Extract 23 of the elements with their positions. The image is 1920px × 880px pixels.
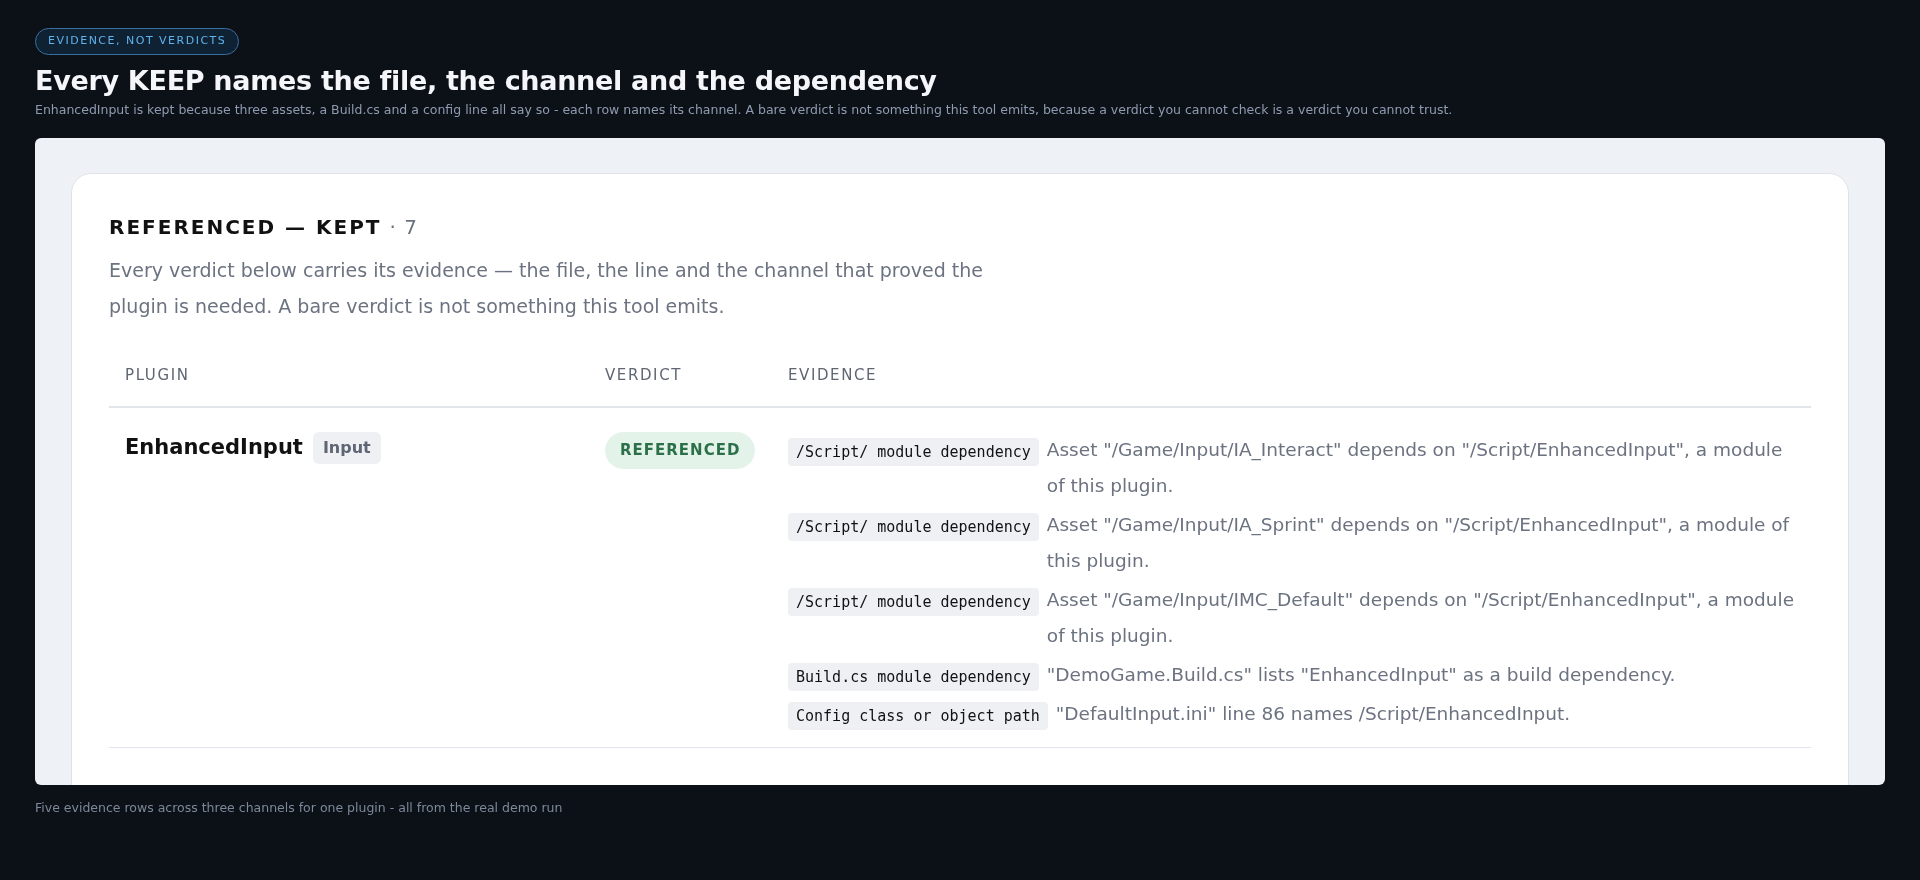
- column-header: EVIDENCE: [772, 363, 1811, 408]
- evidence-text: "DefaultInput.ini" line 86 names /Script/EnhancedInput.: [1055, 702, 1572, 727]
- channel-chip: /Script/ module dependency: [788, 513, 1039, 542]
- channel-chip: /Script/ module dependency: [788, 588, 1039, 617]
- evidence-text: Asset "/Game/Input/IA_Sprint" depends on "/Script/EnhancedInput", a module of this plugin.: [1046, 513, 1791, 574]
- page-subtitle: EnhancedInput is kept because three assets, a Build.cs and a config line all say so - each row names its channel. A bare verdict is not something this tool emits, because a verdict you cannot check is a verdict you cannot trust.: [35, 100, 1454, 119]
- evidence-text: "DemoGame.Build.cs" lists "EnhancedInput" as a build dependency.: [1046, 663, 1677, 688]
- verdict-badge: REFERENCED: [605, 432, 756, 469]
- section-heading: REFERENCED — KEPT: [109, 213, 382, 241]
- column-header: PLUGIN: [109, 363, 589, 408]
- plugin-tag: Input: [312, 432, 381, 465]
- eyebrow-badge: EVIDENCE, NOT VERDICTS: [35, 28, 240, 55]
- section-count: · 7: [389, 213, 418, 241]
- section-description: Every verdict below carries its evidence — the file, the line and the channel that proved the plugin is needed. A bare verdict is not something this tool emits.: [109, 257, 985, 319]
- channel-chip: /Script/ module dependency: [788, 438, 1039, 467]
- page-title: Every KEEP names the file, the channel and the dependency: [35, 64, 938, 97]
- channel-chip: Build.cs module dependency: [788, 663, 1039, 692]
- evidence-text: Asset "/Game/Input/IA_Interact" depends on "/Script/EnhancedInput", a module of this plugin.: [1046, 438, 1784, 499]
- caption: Five evidence rows across three channels for one plugin - all from the real demo run: [35, 798, 564, 817]
- channel-chip: Config class or object path: [788, 702, 1048, 731]
- column-header: VERDICT: [589, 363, 772, 408]
- plugin-name: EnhancedInput: [125, 434, 303, 462]
- evidence-text: Asset "/Game/Input/IMC_Default" depends on "/Script/EnhancedInput", a module of this plugin.: [1046, 588, 1795, 649]
